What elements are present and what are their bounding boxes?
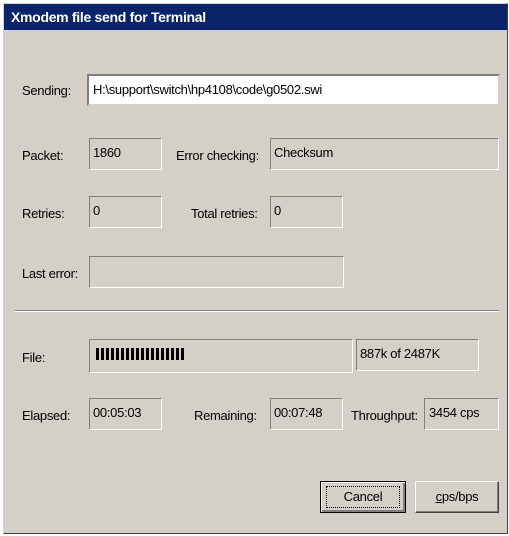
separator bbox=[15, 310, 499, 312]
sending-file-field[interactable]: H:\support\switch\hp4108\code\g0502.swi bbox=[87, 74, 500, 106]
packet-label: Packet: bbox=[22, 148, 64, 163]
window-title: Xmodem file send for Terminal bbox=[4, 4, 507, 30]
throughput-field: 3454 cps bbox=[424, 398, 499, 430]
focus-rectangle bbox=[326, 486, 400, 508]
elapsed-field: 00:05:03 bbox=[89, 398, 162, 430]
sending-label: Sending: bbox=[22, 83, 71, 98]
last-error-field bbox=[89, 256, 344, 288]
remaining-label: Remaining: bbox=[194, 408, 257, 423]
total-retries-label: Total retries: bbox=[191, 206, 258, 221]
remaining-field: 00:07:48 bbox=[270, 398, 343, 430]
packet-field: 1860 bbox=[89, 138, 162, 170]
last-error-label: Last error: bbox=[22, 266, 78, 281]
file-label: File: bbox=[22, 350, 46, 365]
cps-bps-button[interactable]: cps/bps bbox=[415, 481, 499, 513]
error-checking-field: Checksum bbox=[270, 138, 499, 170]
xmodem-dialog: Xmodem file send for Terminal Sending: H… bbox=[3, 3, 508, 534]
file-progress-bar bbox=[89, 339, 353, 373]
file-bytes-field: 887k of 2487K bbox=[356, 339, 479, 371]
total-retries-field: 0 bbox=[270, 196, 343, 228]
elapsed-label: Elapsed: bbox=[22, 408, 71, 423]
throughput-label: Throughput: bbox=[351, 408, 418, 423]
progress-fill bbox=[96, 348, 186, 360]
retries-field: 0 bbox=[89, 196, 162, 228]
retries-label: Retries: bbox=[22, 206, 65, 221]
cancel-button[interactable]: Cancel bbox=[320, 481, 406, 513]
error-checking-label: Error checking: bbox=[176, 148, 259, 163]
cps-bps-label: ps/bps bbox=[441, 489, 479, 504]
